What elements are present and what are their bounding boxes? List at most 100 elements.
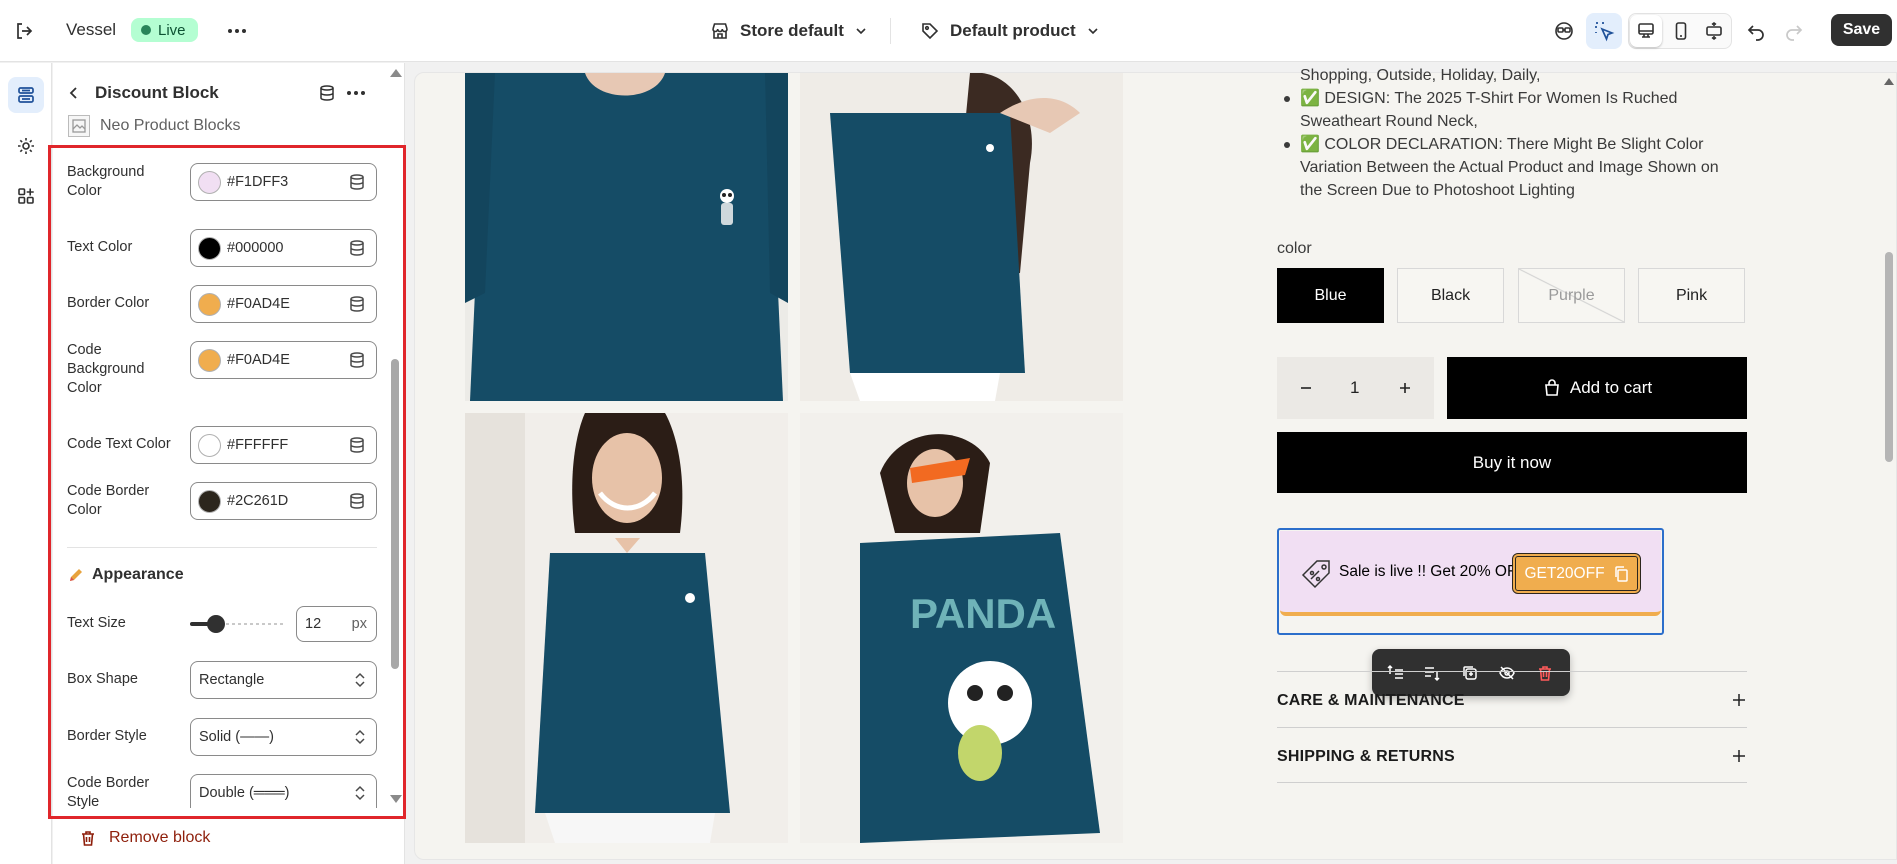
- store-icon: [710, 21, 730, 41]
- save-button[interactable]: Save: [1831, 14, 1892, 46]
- color-option-black[interactable]: Black: [1397, 268, 1504, 323]
- product-image-1[interactable]: [465, 73, 788, 401]
- scroll-up-icon[interactable]: [390, 69, 402, 77]
- color-swatch[interactable]: [198, 237, 221, 260]
- border-color-input[interactable]: #F0AD4E: [190, 285, 377, 323]
- color-option-purple[interactable]: Purple: [1518, 268, 1625, 323]
- trash-icon[interactable]: [78, 828, 98, 848]
- app-name: Neo Product Blocks: [100, 117, 241, 134]
- color-option-blue[interactable]: Blue: [1277, 268, 1384, 323]
- field-label: Code Border Style: [67, 775, 150, 810]
- color-value: #F1DFF3: [227, 174, 289, 190]
- template-selector[interactable]: Default product: [920, 18, 1100, 44]
- divider: [890, 18, 891, 44]
- minus-icon[interactable]: [1296, 378, 1316, 398]
- database-icon[interactable]: [316, 82, 338, 104]
- undo-icon[interactable]: [1742, 17, 1770, 45]
- database-icon[interactable]: [348, 436, 366, 458]
- discount-code-button[interactable]: GET20OFF: [1512, 553, 1641, 594]
- more-options-icon[interactable]: [344, 82, 368, 104]
- scroll-thumb[interactable]: [1885, 252, 1893, 462]
- product-image-4[interactable]: PANDA: [800, 413, 1123, 843]
- field-label: Code Border Color: [67, 483, 150, 518]
- background-color-input[interactable]: #F1DFF3: [190, 163, 377, 201]
- top-bar: Vessel Live Store default Default produc…: [0, 0, 1897, 62]
- database-icon[interactable]: [348, 295, 366, 317]
- quantity-value[interactable]: 1: [1350, 378, 1359, 398]
- select-element-icon[interactable]: [1586, 13, 1622, 49]
- database-icon[interactable]: [348, 351, 366, 373]
- color-value: #FFFFFF: [227, 437, 289, 453]
- pencil-icon: [67, 566, 85, 584]
- template-selector-label: Default product: [950, 21, 1076, 40]
- exit-icon[interactable]: [12, 19, 36, 43]
- scroll-up-icon[interactable]: [1884, 78, 1894, 85]
- left-rail: [0, 63, 52, 864]
- code-background-color-input[interactable]: #F0AD4E: [190, 341, 377, 379]
- product-image-3[interactable]: [465, 413, 788, 843]
- code-text-color-input[interactable]: #FFFFFF: [190, 426, 377, 464]
- select-value: Rectangle: [199, 672, 265, 688]
- color-option-pink[interactable]: Pink: [1638, 268, 1745, 323]
- database-icon[interactable]: [348, 173, 366, 195]
- tag-icon: [920, 21, 940, 41]
- preview-inspector-icon[interactable]: [1550, 17, 1578, 45]
- code-border-style-select[interactable]: Double (═══): [190, 774, 377, 808]
- plus-icon[interactable]: [1395, 378, 1415, 398]
- more-options-icon[interactable]: [225, 19, 249, 43]
- add-to-cart-button[interactable]: Add to cart: [1447, 357, 1747, 419]
- color-value: #F0AD4E: [227, 296, 290, 312]
- text-size-slider[interactable]: [190, 614, 290, 634]
- border-style-select[interactable]: Solid (——): [190, 718, 377, 756]
- box-shape-select[interactable]: Rectangle: [190, 661, 377, 699]
- text-color-input[interactable]: #000000: [190, 229, 377, 267]
- product-description-line: ✅ COLOR DECLARATION: There Might Be Slig…: [1300, 136, 1704, 153]
- appearance-heading: Appearance: [92, 566, 184, 583]
- select-arrows-icon: [353, 784, 367, 806]
- product-description-line: Sweatheart Round Neck,: [1300, 113, 1478, 130]
- live-dot-icon: [141, 25, 151, 35]
- color-swatch[interactable]: [198, 434, 221, 457]
- mobile-view-icon[interactable]: [1665, 15, 1697, 47]
- plus-icon: [1731, 748, 1747, 764]
- panel-title: Discount Block: [95, 83, 219, 102]
- text-size-unit: px: [351, 616, 367, 632]
- theme-selector[interactable]: Store default: [710, 18, 868, 44]
- field-label: Box Shape: [67, 671, 138, 687]
- database-icon[interactable]: [348, 239, 366, 261]
- accordion-shipping[interactable]: SHIPPING & RETURNS: [1277, 727, 1747, 783]
- preview-scrollbar[interactable]: [1882, 72, 1896, 860]
- status-badge: Live: [131, 18, 198, 42]
- scroll-down-icon[interactable]: [390, 795, 402, 803]
- field-label: Background Color: [67, 164, 145, 199]
- field-label: Text Size: [67, 615, 126, 631]
- redo-icon[interactable]: [1780, 17, 1808, 45]
- settings-icon[interactable]: [8, 128, 44, 164]
- copy-icon: [1613, 565, 1629, 583]
- accordion-care[interactable]: CARE & MAINTENANCE: [1277, 671, 1747, 727]
- remove-block-button[interactable]: Remove block: [109, 829, 210, 847]
- color-swatch[interactable]: [198, 349, 221, 372]
- color-swatch[interactable]: [198, 293, 221, 316]
- scroll-thumb[interactable]: [391, 359, 399, 669]
- desktop-view-icon[interactable]: [1630, 15, 1662, 47]
- database-icon[interactable]: [348, 492, 366, 514]
- back-arrow-icon[interactable]: [63, 82, 85, 104]
- buy-now-button[interactable]: Buy it now: [1277, 432, 1747, 493]
- code-border-color-input[interactable]: #2C261D: [190, 482, 377, 520]
- product-image-2[interactable]: [800, 73, 1123, 401]
- select-arrows-icon: [353, 671, 367, 693]
- color-swatch[interactable]: [198, 171, 221, 194]
- slider-handle[interactable]: [207, 615, 225, 633]
- add-to-cart-label: Add to cart: [1569, 378, 1653, 397]
- fullscreen-view-icon[interactable]: [1698, 15, 1730, 47]
- product-description-line: ✅ DESIGN: The 2025 T-Shirt For Women Is …: [1300, 90, 1678, 107]
- bullet-dot: [1284, 96, 1290, 102]
- apps-icon[interactable]: [8, 178, 44, 214]
- color-swatch[interactable]: [198, 490, 221, 513]
- sections-icon[interactable]: [8, 77, 44, 113]
- color-value: #F0AD4E: [227, 352, 290, 368]
- text-size-input[interactable]: 12 px: [296, 606, 377, 642]
- panel-scrollbar[interactable]: [388, 67, 402, 809]
- product-description-line: Variation Between the Actual Product and…: [1300, 159, 1719, 176]
